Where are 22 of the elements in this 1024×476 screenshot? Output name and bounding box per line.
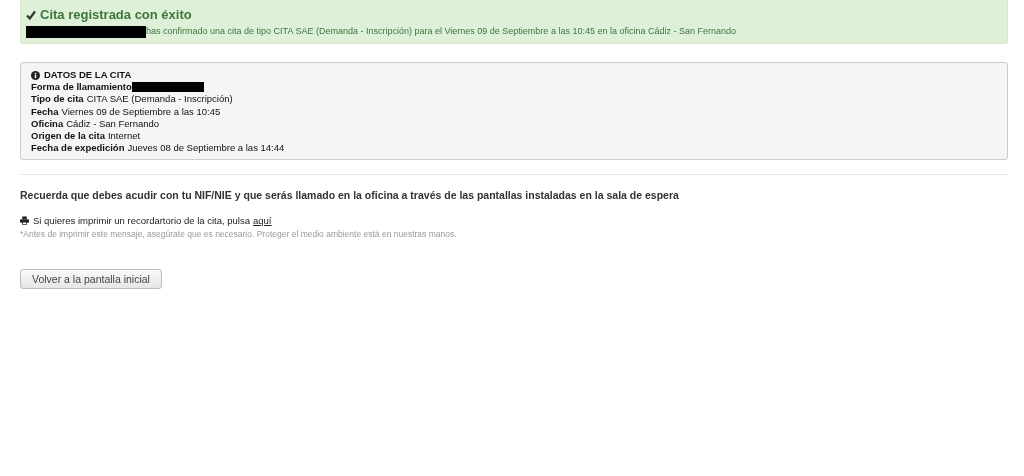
details-title: DATOS DE LA CITA	[44, 69, 132, 82]
print-link[interactable]: aquí	[253, 215, 272, 227]
printer-icon	[20, 216, 29, 226]
info-icon	[31, 70, 40, 80]
field-label: Fecha de expedición	[31, 142, 125, 155]
note-text: *Antes de imprimir este mensaje, asegúrate que es necesario. Proteger el medio ambiente está en nuestras manos.	[20, 229, 458, 240]
field-value: Cádiz - San Fernando	[66, 117, 160, 130]
field-label: Origen de la cita	[31, 130, 105, 143]
field-label: Fecha	[31, 105, 59, 118]
print-text: Si quieres imprimir un recordartorio de la cita, pulsa	[33, 215, 250, 227]
field-value: Viernes 09 de Septiembre a las 10:45	[61, 105, 221, 118]
field-value: Jueves 08 de Septiembre a las 14:44	[127, 142, 285, 155]
field-value: CITA SAE (Demanda - Inscripción)	[86, 93, 233, 106]
field-value: Internet	[107, 130, 141, 143]
back-button[interactable]: Volver a la pantalla inicial	[20, 269, 162, 290]
field-label: Forma de llamamiento	[31, 81, 132, 94]
alert-message: has confirmado una cita de tipo CITA SAE (Demanda - Inscripción) para el Viernes 09 de Septiembre a las 10:45 en la oficina Cádiz - San Fernando	[146, 25, 736, 38]
check-icon	[26, 9, 36, 20]
reminder-text: Recuerda que debes acudir con tu NIF/NIE y que serás llamado en la oficina a través de las pantallas instaladas en la sala de espera	[20, 189, 680, 202]
alert-title-text: Cita registrada con éxito	[40, 6, 192, 23]
field-label: Oficina	[31, 117, 64, 130]
field-label: Tipo de cita	[31, 93, 84, 106]
